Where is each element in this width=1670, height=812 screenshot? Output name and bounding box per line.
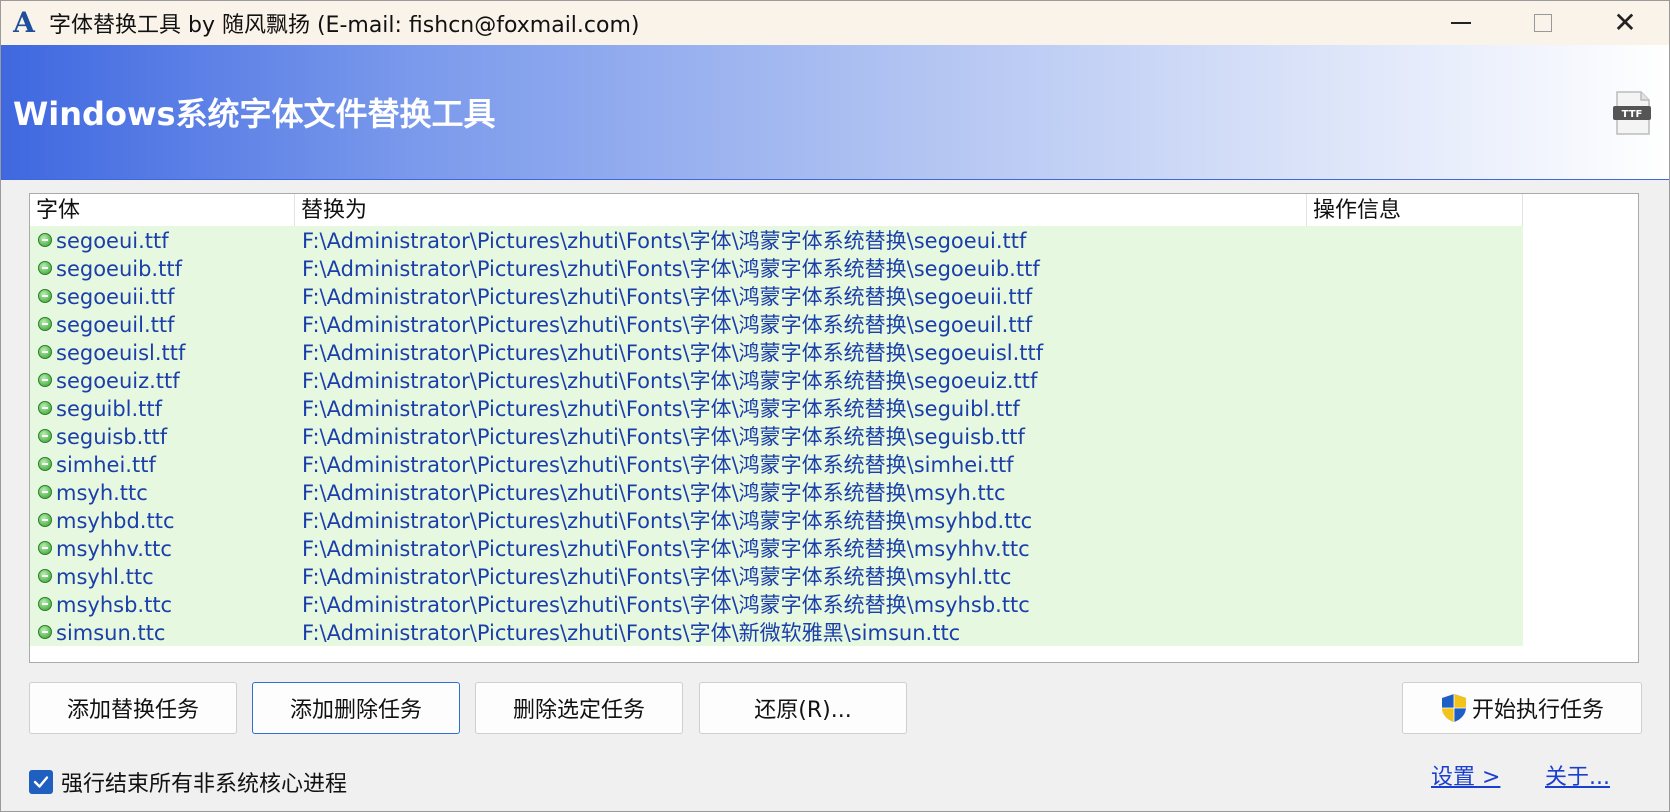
task-status-icon bbox=[38, 429, 52, 443]
uac-shield-icon bbox=[1441, 694, 1466, 722]
delete-selected-task-button[interactable]: 删除选定任务 bbox=[475, 682, 683, 734]
task-status-icon bbox=[38, 541, 52, 555]
add-delete-task-button[interactable]: 添加删除任务 bbox=[252, 682, 460, 734]
ttf-icon-label: TTF bbox=[1622, 109, 1643, 120]
minimize-button[interactable] bbox=[1421, 1, 1501, 45]
list-header: 字体 替换为 操作信息 bbox=[30, 194, 1638, 226]
header-banner: Windows系统字体文件替换工具 TTF bbox=[1, 45, 1669, 180]
about-link[interactable]: 关于... bbox=[1545, 759, 1610, 791]
table-row[interactable]: seguibl.ttf F:\Administrator\Pictures\zhu… bbox=[30, 394, 1523, 422]
table-row[interactable]: seguisb.ttf F:\Administrator\Pictures\zhu… bbox=[30, 422, 1523, 450]
row-target-path: F:\Administrator\Pictures\zhuti\Fonts\字体… bbox=[302, 621, 961, 645]
title-bar[interactable]: A 字体替换工具 by 随风飘扬 (E-mail: fishcn@foxmail… bbox=[1, 1, 1669, 45]
kill-processes-checkbox[interactable] bbox=[29, 770, 53, 794]
row-target-path: F:\Administrator\Pictures\zhuti\Fonts\字体… bbox=[302, 257, 1040, 281]
task-status-icon bbox=[38, 569, 52, 583]
task-status-icon bbox=[38, 345, 52, 359]
add-replace-task-button[interactable]: 添加替换任务 bbox=[29, 682, 237, 734]
table-row[interactable]: simhei.ttf F:\Administrator\Pictures\zhut… bbox=[30, 450, 1523, 478]
row-font-name: segoeuii.ttf bbox=[56, 285, 175, 309]
table-row[interactable]: msyh.ttc F:\Administrator\Pictures\zhuti\… bbox=[30, 478, 1523, 506]
row-font-name: msyh.ttc bbox=[56, 481, 148, 505]
table-row[interactable]: msyhsb.ttc F:\Administrator\Pictures\zhut… bbox=[30, 590, 1523, 618]
table-row[interactable]: segoeuil.ttf F:\Administrator\Pictures\zh… bbox=[30, 310, 1523, 338]
row-font-name: segoeuisl.ttf bbox=[56, 341, 186, 365]
settings-link[interactable]: 设置 > bbox=[1431, 759, 1500, 791]
row-target-path: F:\Administrator\Pictures\zhuti\Fonts\字体… bbox=[302, 537, 1030, 561]
row-font-name: seguisb.ttf bbox=[56, 425, 168, 449]
app-window: A 字体替换工具 by 随风飘扬 (E-mail: fishcn@foxmail… bbox=[0, 0, 1670, 812]
row-font-name: seguibl.ttf bbox=[56, 397, 163, 421]
ttf-file-icon: TTF bbox=[1613, 91, 1651, 135]
task-status-icon bbox=[38, 373, 52, 387]
row-target-path: F:\Administrator\Pictures\zhuti\Fonts\字体… bbox=[302, 369, 1038, 393]
maximize-icon bbox=[1534, 14, 1552, 32]
minimize-icon bbox=[1451, 22, 1471, 24]
column-header-info[interactable]: 操作信息 bbox=[1307, 194, 1523, 226]
row-font-name: segoeuib.ttf bbox=[56, 257, 182, 281]
app-icon: A bbox=[13, 6, 35, 39]
table-row[interactable]: simsun.ttc F:\Administrator\Pictures\zhut… bbox=[30, 618, 1523, 646]
list-rows: segoeui.ttf F:\Administrator\Pictures\zhu… bbox=[30, 226, 1523, 646]
row-font-name: msyhl.ttc bbox=[56, 565, 154, 589]
row-font-name: simhei.ttf bbox=[56, 453, 156, 477]
task-status-icon bbox=[38, 513, 52, 527]
column-header-target[interactable]: 替换为 bbox=[295, 194, 1307, 226]
close-button[interactable]: ✕ bbox=[1585, 1, 1665, 45]
task-status-icon bbox=[38, 261, 52, 275]
table-row[interactable]: segoeuiz.ttf F:\Administrator\Pictures\zh… bbox=[30, 366, 1523, 394]
row-font-name: simsun.ttc bbox=[56, 621, 166, 645]
table-row[interactable]: msyhbd.ttc F:\Administrator\Pictures\zhut… bbox=[30, 506, 1523, 534]
row-font-name: segoeuiz.ttf bbox=[56, 369, 180, 393]
row-font-name: segoeui.ttf bbox=[56, 229, 169, 253]
task-status-icon bbox=[38, 317, 52, 331]
row-font-name: msyhsb.ttc bbox=[56, 593, 173, 617]
kill-processes-label: 强行结束所有非系统核心进程 bbox=[61, 772, 348, 797]
row-target-path: F:\Administrator\Pictures\zhuti\Fonts\字体… bbox=[302, 229, 1027, 253]
window-title: 字体替换工具 by 随风飘扬 (E-mail: fishcn@foxmail.c… bbox=[49, 13, 640, 38]
start-task-button[interactable]: 开始执行任务 bbox=[1402, 682, 1642, 734]
task-list[interactable]: 字体 替换为 操作信息 segoeui.ttf F:\Administrator\… bbox=[29, 193, 1639, 663]
maximize-button[interactable] bbox=[1503, 1, 1583, 45]
banner-title: Windows系统字体文件替换工具 bbox=[13, 95, 496, 133]
row-target-path: F:\Administrator\Pictures\zhuti\Fonts\字体… bbox=[302, 593, 1030, 617]
kill-processes-option[interactable]: 强行结束所有非系统核心进程 bbox=[29, 766, 347, 798]
row-target-path: F:\Administrator\Pictures\zhuti\Fonts\字体… bbox=[302, 509, 1033, 533]
task-status-icon bbox=[38, 625, 52, 639]
table-row[interactable]: msyhl.ttc F:\Administrator\Pictures\zhuti… bbox=[30, 562, 1523, 590]
row-target-path: F:\Administrator\Pictures\zhuti\Fonts\字体… bbox=[302, 341, 1044, 365]
column-header-font[interactable]: 字体 bbox=[30, 194, 295, 226]
checkmark-icon bbox=[33, 776, 49, 788]
restore-button[interactable]: 还原(R)... bbox=[699, 682, 907, 734]
table-row[interactable]: segoeuib.ttf F:\Administrator\Pictures\zh… bbox=[30, 254, 1523, 282]
task-status-icon bbox=[38, 485, 52, 499]
row-font-name: segoeuil.ttf bbox=[56, 313, 175, 337]
task-status-icon bbox=[38, 233, 52, 247]
row-target-path: F:\Administrator\Pictures\zhuti\Fonts\字体… bbox=[302, 425, 1025, 449]
row-target-path: F:\Administrator\Pictures\zhuti\Fonts\字体… bbox=[302, 453, 1014, 477]
task-status-icon bbox=[38, 289, 52, 303]
table-row[interactable]: msyhhv.ttc F:\Administrator\Pictures\zhut… bbox=[30, 534, 1523, 562]
task-status-icon bbox=[38, 597, 52, 611]
row-font-name: msyhhv.ttc bbox=[56, 537, 172, 561]
row-target-path: F:\Administrator\Pictures\zhuti\Fonts\字体… bbox=[302, 313, 1033, 337]
row-target-path: F:\Administrator\Pictures\zhuti\Fonts\字体… bbox=[302, 481, 1006, 505]
task-status-icon bbox=[38, 457, 52, 471]
row-target-path: F:\Administrator\Pictures\zhuti\Fonts\字体… bbox=[302, 285, 1033, 309]
table-row[interactable]: segoeui.ttf F:\Administrator\Pictures\zhu… bbox=[30, 226, 1523, 254]
start-task-label: 开始执行任务 bbox=[1471, 698, 1604, 723]
row-target-path: F:\Administrator\Pictures\zhuti\Fonts\字体… bbox=[302, 565, 1012, 589]
table-row[interactable]: segoeuii.ttf F:\Administrator\Pictures\zh… bbox=[30, 282, 1523, 310]
table-row[interactable]: segoeuisl.ttf F:\Administrator\Pictures\z… bbox=[30, 338, 1523, 366]
close-icon: ✕ bbox=[1613, 6, 1637, 39]
task-status-icon bbox=[38, 401, 52, 415]
row-target-path: F:\Administrator\Pictures\zhuti\Fonts\字体… bbox=[302, 397, 1020, 421]
row-font-name: msyhbd.ttc bbox=[56, 509, 175, 533]
